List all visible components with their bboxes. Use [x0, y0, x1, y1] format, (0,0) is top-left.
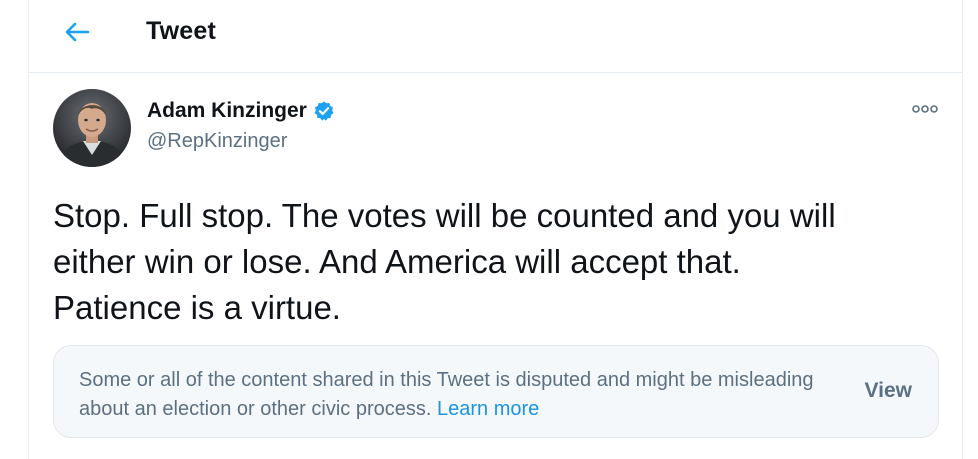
view-button[interactable]: View: [865, 379, 912, 403]
verified-badge-icon: [314, 101, 334, 121]
more-options-icon: [912, 105, 938, 113]
arrow-left-icon: [65, 22, 90, 42]
page-title: Tweet: [146, 17, 216, 45]
page: Tweet Adam Kinzinger @RepKinzinger Stop.…: [0, 0, 978, 459]
learn-more-link[interactable]: Learn more: [437, 398, 539, 420]
page-header: Tweet: [29, 0, 962, 73]
author-handle[interactable]: @RepKinzinger: [147, 130, 287, 153]
author-name-row: Adam Kinzinger: [147, 99, 335, 123]
avatar-photo: [53, 89, 131, 167]
notice-text-block: Some or all of the content shared in thi…: [79, 366, 839, 424]
more-options-button[interactable]: [910, 98, 940, 120]
tweet-column: Tweet Adam Kinzinger @RepKinzinger Stop.…: [28, 0, 963, 459]
author-name[interactable]: Adam Kinzinger: [147, 99, 307, 123]
avatar[interactable]: [53, 89, 131, 167]
misleading-info-notice[interactable]: Some or all of the content shared in thi…: [53, 345, 939, 438]
back-button[interactable]: [55, 14, 99, 50]
tweet-text: Stop. Full stop. The votes will be count…: [53, 197, 836, 326]
